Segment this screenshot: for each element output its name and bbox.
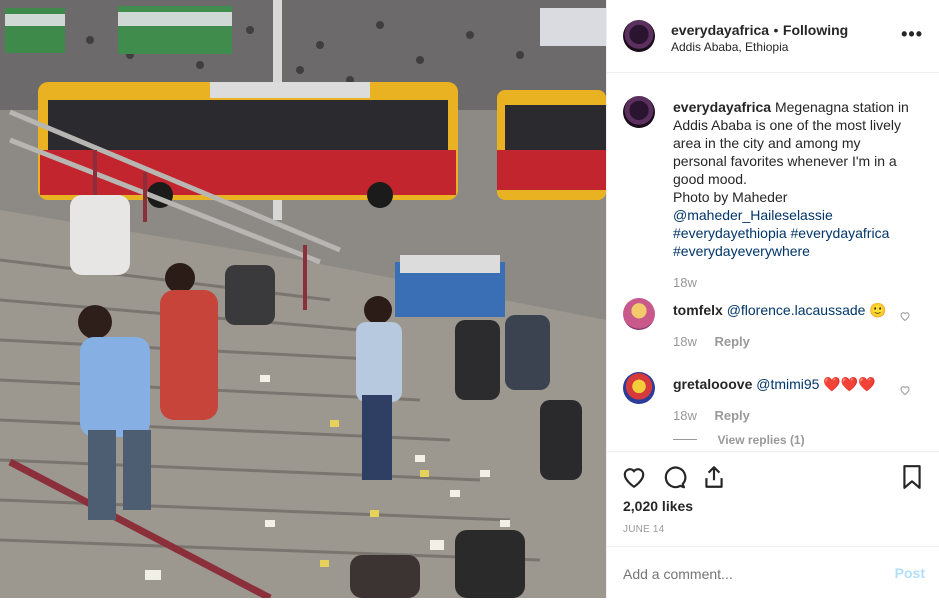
comment-mention[interactable]: @florence.lacaussade (727, 302, 866, 318)
reply-button[interactable]: Reply (714, 334, 749, 349)
follow-button[interactable]: Following (783, 22, 848, 38)
comment-emoji: ❤️❤️❤️ (823, 376, 876, 392)
heart-icon[interactable] (621, 464, 647, 490)
comment-icon[interactable] (661, 464, 687, 490)
bookmark-icon[interactable] (899, 464, 925, 490)
view-replies-button[interactable]: View replies (1) (717, 433, 804, 447)
post-button[interactable]: Post (895, 565, 925, 581)
header-username[interactable]: everydayafrica (671, 22, 769, 38)
reply-button[interactable]: Reply (714, 408, 749, 423)
caption-hashtags[interactable]: #everydayethiopia #everydayafrica (673, 224, 923, 242)
post-date[interactable]: JUNE 14 (623, 524, 664, 535)
location-link[interactable]: Addis Ababa, Ethiopia (671, 40, 788, 54)
caption-avatar[interactable] (623, 96, 655, 128)
comment-box: Post (607, 546, 939, 599)
caption-username[interactable]: everydayafrica (673, 99, 771, 115)
avatar[interactable] (623, 20, 655, 52)
comment-age[interactable]: 18w (673, 334, 697, 349)
header-title-row: everydayafrica • Following (671, 22, 848, 40)
commenter-avatar[interactable] (623, 298, 655, 330)
comment: tomfelx @florence.lacaussade 🙂 (673, 301, 903, 319)
caption-line: Addis Ababa is one of the most lively (673, 117, 902, 133)
view-replies-row: View replies (1) (673, 431, 805, 449)
replies-divider (673, 439, 697, 441)
comment-meta: 18w Reply (673, 408, 750, 423)
caption-avatar-wrap (623, 96, 655, 128)
post-side-panel: everydayafrica • Following Addis Ababa, … (606, 0, 939, 598)
follow-separator: • (773, 22, 779, 38)
comment-username[interactable]: gretalooove (673, 376, 752, 392)
post-photo[interactable] (0, 0, 606, 598)
comment-username[interactable]: tomfelx (673, 302, 723, 318)
post-header: everydayafrica • Following Addis Ababa, … (607, 0, 939, 73)
caption-mention[interactable]: @maheder_Haileselassie (673, 206, 923, 224)
caption-line: area in the city and among my (673, 135, 861, 151)
comment-age[interactable]: 18w (673, 408, 697, 423)
caption: everydayafrica Megenagna station in Addi… (673, 98, 923, 260)
caption-hashtags[interactable]: #everydayeverywhere (673, 242, 923, 260)
caption-line: Megenagna station in (774, 99, 909, 115)
comment-input[interactable] (621, 563, 865, 585)
small-heart-icon[interactable] (899, 384, 911, 396)
small-heart-icon[interactable] (899, 310, 911, 322)
likes-count[interactable]: 2,020 likes (623, 498, 693, 514)
more-icon[interactable]: ••• (901, 24, 923, 45)
street-scene-image (0, 0, 606, 598)
caption-line: good mood. (673, 171, 747, 187)
comment-mention[interactable]: @tmimi95 (756, 376, 819, 392)
comment-emoji: 🙂 (869, 302, 887, 318)
share-icon[interactable] (701, 464, 727, 490)
comment-meta: 18w Reply (673, 334, 750, 349)
caption-line: Photo by Maheder (673, 189, 788, 205)
commenter-avatar[interactable] (623, 372, 655, 404)
caption-age[interactable]: 18w (673, 275, 697, 290)
comment: gretalooove @tmimi95 ❤️❤️❤️ (673, 375, 903, 393)
caption-line: personal favorites whenever I'm in a (673, 153, 897, 169)
